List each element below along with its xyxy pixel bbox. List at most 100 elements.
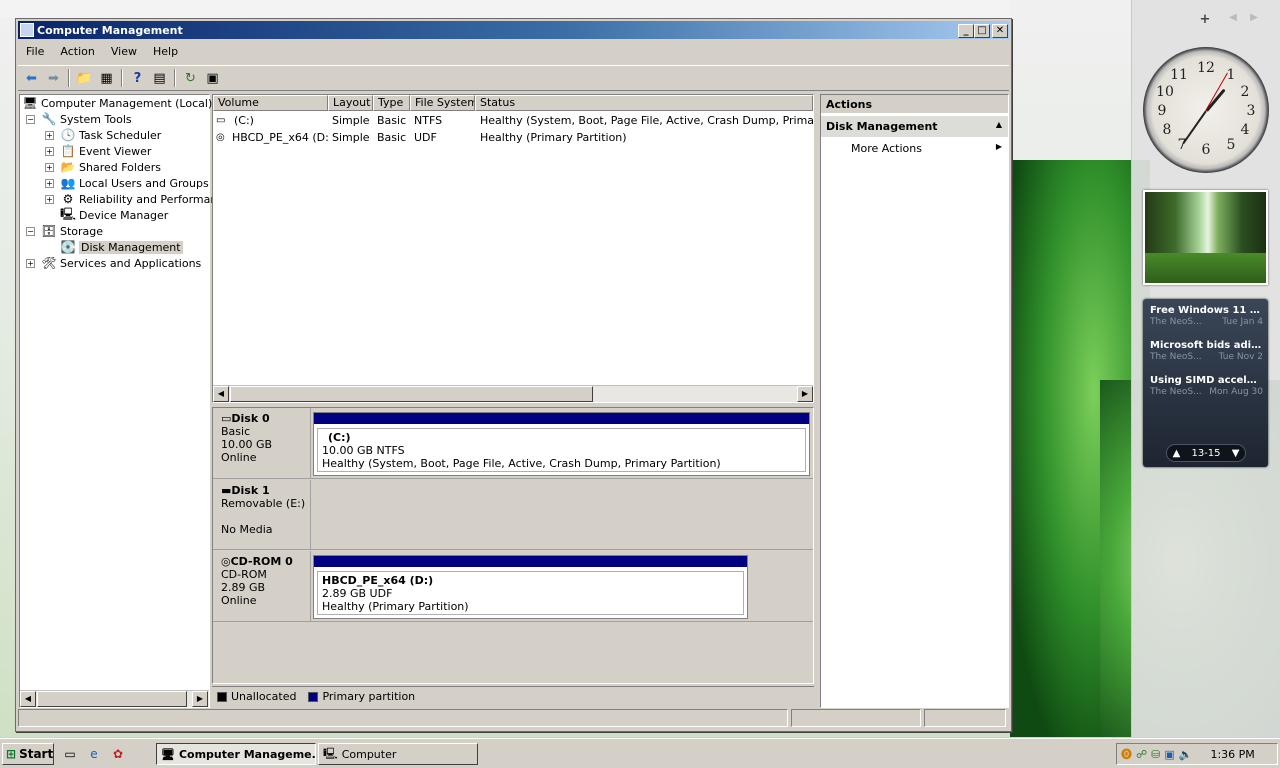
volume-row[interactable]: ▭ (C:) Simple Basic NTFS Healthy (System… [213, 112, 813, 129]
feed-item[interactable]: Free Windows 11 Re... The NeoS... Tue Jan… [1150, 305, 1263, 327]
column-file-system[interactable]: File System [410, 95, 475, 111]
disk-row[interactable]: ▭Disk 0 Basic 10.00 GB Online (C:) 10.00… [213, 408, 813, 479]
refresh-icon[interactable]: ↻ [181, 69, 200, 87]
show-desktop-icon[interactable]: ▭ [62, 747, 78, 763]
tree-label: Device Manager [79, 208, 169, 222]
up-folder-icon[interactable]: 📁 [75, 69, 94, 87]
display-icon[interactable]: ▣ [1164, 748, 1174, 761]
partition-size: 2.89 GB UDF [322, 587, 393, 600]
more-actions-item[interactable]: More Actions ▶ [821, 140, 1008, 158]
internet-explorer-icon[interactable]: e [86, 747, 102, 763]
collapse-icon[interactable]: − [26, 226, 35, 236]
removable-disk-icon: ▬ [221, 484, 232, 497]
notification-icon[interactable]: ⓿ [1121, 746, 1132, 762]
tree-node-system-tools[interactable]: − 🔧 System Tools [26, 111, 132, 127]
expand-icon[interactable]: + [45, 178, 54, 188]
disk-label[interactable]: ◎CD-ROM 0 CD-ROM 2.89 GB Online [213, 551, 311, 621]
column-layout[interactable]: Layout [328, 95, 373, 111]
column-status[interactable]: Status [475, 95, 813, 111]
column-type[interactable]: Type [373, 95, 410, 111]
quick-launch-app-icon[interactable]: ✿ [110, 747, 126, 763]
menu-action[interactable]: Action [52, 45, 102, 58]
network-icon[interactable]: ☍ [1136, 748, 1147, 761]
scroll-right-icon[interactable]: ▶ [192, 691, 208, 707]
submenu-arrow-icon: ▶ [995, 142, 1002, 151]
feed-item[interactable]: Using SIMD accelera... The NeoS... Mon Au… [1150, 375, 1263, 397]
disk-row[interactable]: ◎CD-ROM 0 CD-ROM 2.89 GB Online HBCD_PE_… [213, 551, 813, 622]
tree-node-task-scheduler[interactable]: + 🕓 Task Scheduler [45, 127, 161, 143]
pager-up-icon[interactable]: ▲ [1173, 448, 1181, 459]
collapse-icon[interactable]: − [26, 114, 35, 124]
volume-horizontal-scrollbar[interactable]: ◀ ▶ [213, 385, 813, 402]
disk-label[interactable]: ▬Disk 1 Removable (E:) No Media [213, 480, 311, 549]
help-icon[interactable]: ? [128, 69, 147, 87]
feed-headlines-gadget[interactable]: Free Windows 11 Re... The NeoS... Tue Jan… [1143, 299, 1268, 467]
partition-title: (C:) [328, 431, 351, 444]
partition-d[interactable]: HBCD_PE_x64 (D:) 2.89 GB UDF Healthy (Pr… [313, 555, 748, 619]
menu-help[interactable]: Help [145, 45, 186, 58]
prev-gadget-page-icon[interactable]: ◀ [1228, 12, 1238, 23]
minimize-button[interactable]: _ [958, 24, 974, 38]
tree-node-storage[interactable]: − 🗄 Storage [26, 223, 103, 239]
cell-status: Healthy (System, Boot, Page File, Active… [480, 114, 813, 127]
slideshow-gadget[interactable] [1143, 190, 1268, 285]
windows-logo-icon: ⊞ [6, 747, 17, 761]
tree-node-disk-management[interactable]: 💽 Disk Management [60, 239, 183, 255]
show-hide-tree-icon[interactable]: ▦ [97, 69, 116, 87]
scroll-thumb[interactable] [37, 691, 187, 707]
scroll-thumb[interactable] [230, 386, 593, 402]
properties-icon[interactable]: ▣ [203, 69, 222, 87]
tray-clock[interactable]: 1:36 PM [1210, 748, 1254, 761]
expand-icon[interactable]: + [45, 162, 54, 172]
scroll-right-icon[interactable]: ▶ [797, 386, 813, 402]
expand-icon[interactable]: + [45, 130, 54, 140]
add-gadget-button[interactable]: + [1198, 12, 1212, 27]
tree-node-local-users[interactable]: + 👥 Local Users and Groups [45, 175, 209, 191]
column-volume[interactable]: Volume [213, 95, 328, 111]
expand-icon[interactable]: + [45, 194, 54, 204]
volume-icon[interactable]: 🔈 [1179, 748, 1193, 761]
tree-node-event-viewer[interactable]: + 📋 Event Viewer [45, 143, 151, 159]
expand-icon[interactable]: + [45, 146, 54, 156]
clock-number: 2 [1240, 84, 1250, 100]
scroll-left-icon[interactable]: ◀ [20, 691, 36, 707]
tree-label: Storage [60, 224, 104, 238]
tree-node-device-manager[interactable]: 🖳 Device Manager [60, 207, 168, 223]
cell-type: Basic [377, 131, 407, 144]
expand-icon[interactable]: + [26, 258, 35, 268]
taskbar-computer[interactable]: 🖳 Computer [318, 743, 478, 765]
close-button[interactable]: ✕ [992, 24, 1008, 38]
primary-swatch [308, 691, 319, 702]
next-gadget-page-icon[interactable]: ▶ [1249, 12, 1259, 23]
tree-node-services[interactable]: + 🛠 Services and Applications [26, 255, 201, 271]
menu-file[interactable]: File [18, 45, 52, 58]
disk-label[interactable]: ▭Disk 0 Basic 10.00 GB Online [213, 408, 311, 478]
pager-down-icon[interactable]: ▼ [1232, 448, 1240, 459]
tree-label: Services and Applications [60, 256, 202, 270]
volume-row[interactable]: ◎ HBCD_PE_x64 (D:) Simple Basic UDF Heal… [213, 129, 813, 146]
tree-node-shared-folders[interactable]: + 📂 Shared Folders [45, 159, 161, 175]
actions-section-disk-management[interactable]: Disk Management ▲ [821, 116, 1008, 137]
app-icon [20, 23, 34, 37]
partition-c[interactable]: (C:) 10.00 GB NTFS Healthy (System, Boot… [313, 412, 810, 476]
scroll-left-icon[interactable]: ◀ [213, 386, 229, 402]
start-button[interactable]: ⊞ Start [2, 743, 54, 765]
tree-horizontal-scrollbar[interactable]: ◀ ▶ [20, 690, 209, 707]
title-bar[interactable]: Computer Management _ □ ✕ [18, 21, 1009, 39]
tree-label: System Tools [60, 112, 132, 126]
tree-node-root[interactable]: 🖥 Computer Management (Local) [22, 95, 212, 111]
maximize-button[interactable]: □ [974, 24, 990, 38]
feed-item[interactable]: Microsoft bids adieu ... The NeoS... Tue … [1150, 340, 1263, 362]
disk-row[interactable]: ▬Disk 1 Removable (E:) No Media [213, 480, 813, 550]
unallocated-swatch [217, 691, 227, 702]
collapse-up-icon[interactable]: ▲ [996, 120, 1002, 129]
show-hide-action-pane-icon[interactable]: ▤ [150, 69, 169, 87]
safely-remove-icon[interactable]: ⛁ [1151, 748, 1160, 761]
forward-arrow-icon[interactable]: ➡ [44, 69, 63, 87]
back-arrow-icon[interactable]: ⬅ [22, 69, 41, 87]
taskbar-computer-management[interactable]: 🖥 Computer Manageme... [156, 743, 316, 765]
system-tray: ⓿ ☍ ⛁ ▣ 🔈 1:36 PM [1116, 743, 1278, 765]
menu-view[interactable]: View [103, 45, 145, 58]
actions-pane: Actions Disk Management ▲ More Actions ▶ [820, 94, 1009, 708]
clock-gadget[interactable]: 12 1 2 3 4 5 6 7 8 9 10 11 [1143, 47, 1269, 173]
